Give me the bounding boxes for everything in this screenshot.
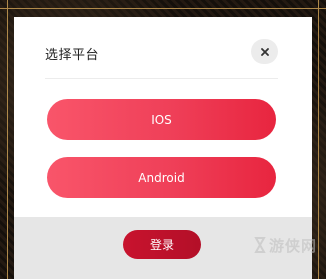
header-divider bbox=[45, 78, 278, 79]
login-button[interactable]: 登录 bbox=[123, 230, 201, 259]
ios-button[interactable]: IOS bbox=[47, 99, 276, 140]
frame-top-left-line bbox=[0, 8, 326, 9]
close-button[interactable] bbox=[251, 39, 278, 64]
close-icon bbox=[260, 47, 269, 56]
android-button[interactable]: Android bbox=[47, 157, 276, 198]
ios-button-label: IOS bbox=[151, 112, 172, 127]
watermark: 游侠网 bbox=[253, 232, 323, 258]
watermark-logo-icon bbox=[254, 237, 266, 253]
android-button-label: Android bbox=[138, 170, 185, 185]
login-button-label: 登录 bbox=[149, 238, 174, 252]
dialog-title: 选择平台 bbox=[45, 48, 100, 63]
frame-left-line bbox=[7, 0, 8, 279]
watermark-text: 游侠网 bbox=[269, 236, 318, 255]
dialog-header: 选择平台 bbox=[14, 17, 312, 78]
